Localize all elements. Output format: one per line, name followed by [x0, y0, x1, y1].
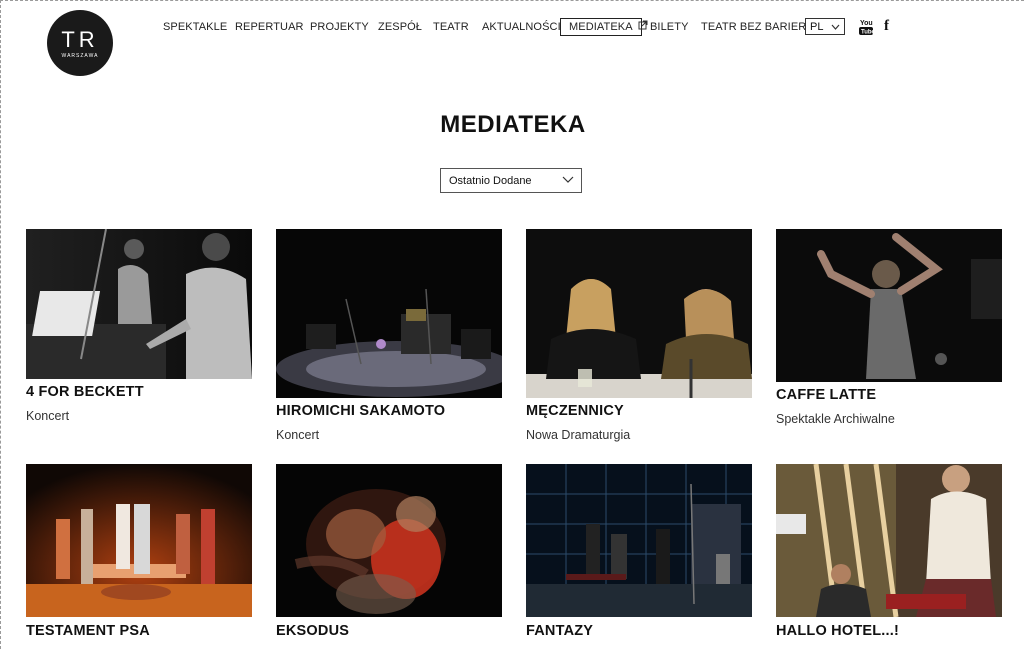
media-thumbnail — [776, 464, 1002, 617]
sort-select[interactable]: Ostatnio Dodane — [440, 168, 582, 193]
media-title: TESTAMENT PSA — [26, 623, 150, 639]
nav-item-repertuar[interactable]: REPERTUAR — [235, 21, 304, 33]
nav-item-mediateka[interactable]: MEDIATEKA — [560, 18, 642, 36]
youtube-icon[interactable]: You Tube — [859, 18, 873, 36]
media-thumbnail — [526, 464, 752, 617]
media-thumbnail — [276, 229, 502, 398]
media-category: Spektakle Archiwalne — [776, 412, 895, 426]
media-category: Koncert — [276, 428, 320, 442]
media-thumbnail — [276, 464, 502, 617]
language-value: PL — [810, 20, 824, 33]
logo-subtext: WARSZAWA — [61, 52, 99, 59]
media-thumbnail — [776, 229, 1002, 382]
media-category: Nowa Dramaturgia — [526, 428, 631, 442]
nav-item-teatr-bez-barier[interactable]: TEATR BEZ BARIER — [701, 21, 806, 33]
chevron-down-icon — [562, 176, 574, 183]
chevron-down-icon — [831, 24, 840, 30]
media-title: EKSODUS — [276, 623, 350, 639]
svg-text:You: You — [860, 20, 873, 27]
media-title: CAFFE LATTE — [776, 387, 877, 403]
media-thumbnail — [26, 229, 252, 379]
nav-item-teatr[interactable]: TEATR — [433, 21, 469, 33]
media-title: HIROMICHI SAKAMOTO — [276, 403, 446, 419]
nav-item-zespol[interactable]: ZESPÓŁ — [378, 21, 422, 33]
media-title: HALLO HOTEL...! — [776, 623, 900, 639]
nav-item-spektakle[interactable]: SPEKTAKLE — [163, 21, 227, 33]
media-thumbnail — [526, 229, 752, 398]
nav-item-aktualnosci[interactable]: AKTUALNOŚCI — [482, 21, 561, 33]
media-category: Koncert — [26, 409, 70, 423]
media-title: 4 FOR BECKETT — [26, 384, 144, 400]
nav-item-bilety[interactable]: BILETY — [650, 21, 689, 33]
media-thumbnail — [26, 464, 252, 617]
page-title: MEDIATEKA — [440, 111, 586, 138]
sort-value: Ostatnio Dodane — [449, 174, 532, 187]
facebook-icon[interactable]: f — [884, 18, 889, 35]
external-link-icon — [638, 20, 648, 30]
nav-item-projekty[interactable]: PROJEKTY — [310, 21, 369, 33]
media-title: FANTAZY — [526, 623, 594, 639]
language-select[interactable]: PL — [805, 18, 845, 35]
media-title: MĘCZENNICY — [526, 403, 624, 419]
svg-text:Tube: Tube — [861, 30, 873, 36]
